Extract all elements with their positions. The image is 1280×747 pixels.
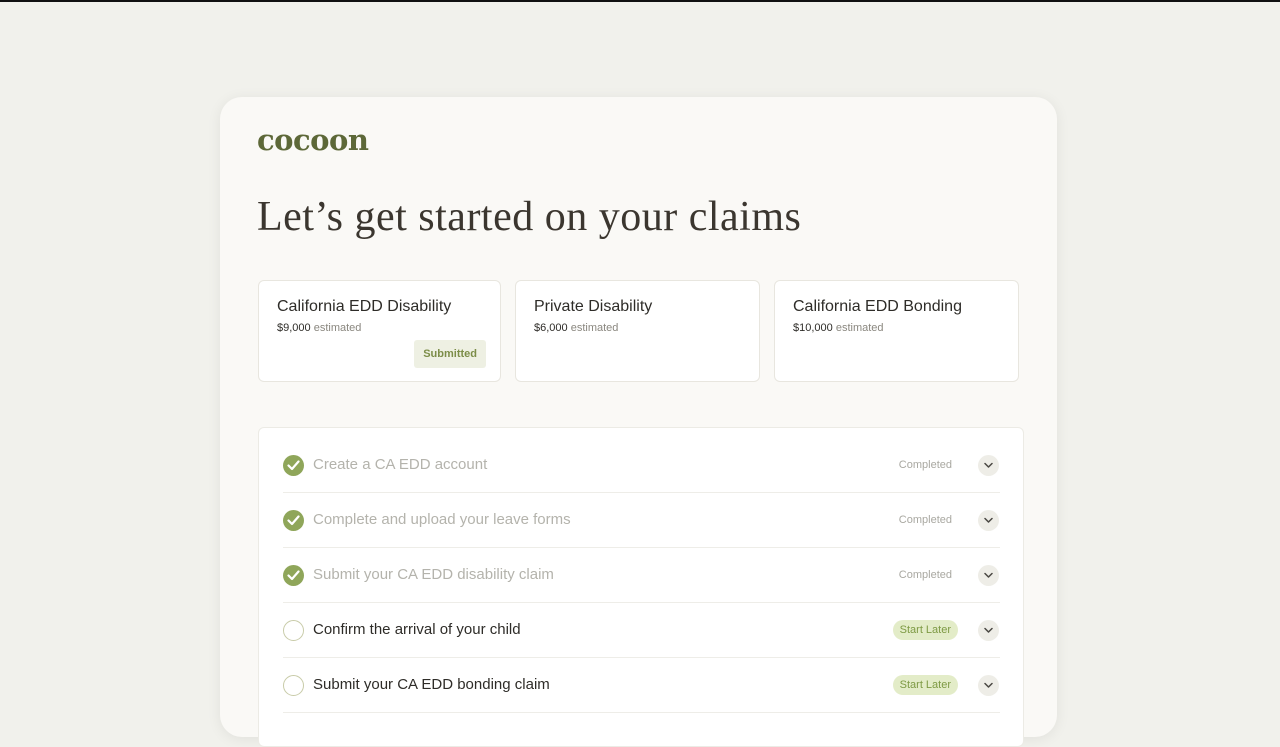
task-row-submit-disability-claim[interactable]: Submit your CA EDD disability claim Comp… (283, 548, 1000, 603)
claim-estimate-suffix: estimated (570, 322, 619, 334)
task-row-create-account[interactable]: Create a CA EDD account Completed (283, 438, 1000, 493)
empty-circle-icon[interactable] (283, 675, 304, 696)
check-circle-icon (283, 510, 304, 531)
onboarding-card: cocoon Let’s get started on your claims … (220, 97, 1057, 747)
chevron-down-icon[interactable] (978, 620, 999, 641)
claim-estimate-suffix: estimated (835, 322, 884, 334)
window-top-border (0, 0, 1280, 2)
check-circle-icon (283, 455, 304, 476)
claim-estimate-suffix: estimated (313, 322, 362, 334)
submitted-badge: Submitted (414, 340, 486, 368)
task-row-confirm-arrival[interactable]: Confirm the arrival of your child Start … (283, 603, 1000, 658)
claim-card-california-edd-bonding[interactable]: California EDD Bonding $10,000 estimated (774, 280, 1019, 382)
chevron-down-icon[interactable] (978, 510, 999, 531)
claim-name: California EDD Disability (277, 298, 452, 315)
claim-estimate: $6,000 estimated (534, 322, 618, 334)
task-label: Confirm the arrival of your child (313, 621, 521, 638)
cocoon-logo[interactable]: cocoon (257, 123, 369, 157)
task-checklist: Create a CA EDD account Completed Comple… (258, 427, 1024, 747)
page-title: Let’s get started on your claims (257, 194, 802, 240)
claim-amount: $10,000 (793, 322, 833, 334)
start-later-badge: Start Later (892, 675, 958, 695)
task-row-submit-bonding-claim[interactable]: Submit your CA EDD bonding claim Start L… (283, 658, 1000, 713)
claim-amount: $9,000 (277, 322, 311, 334)
task-status: Completed (898, 569, 952, 581)
chevron-down-icon[interactable] (978, 455, 999, 476)
task-label: Submit your CA EDD disability claim (313, 566, 554, 583)
claim-card-california-edd-disability[interactable]: California EDD Disability $9,000 estimat… (258, 280, 501, 382)
task-status: Completed (898, 459, 952, 471)
task-label: Submit your CA EDD bonding claim (313, 676, 550, 693)
task-status: Completed (898, 514, 952, 526)
claim-name: California EDD Bonding (793, 298, 962, 315)
task-row-upload-leave-forms[interactable]: Complete and upload your leave forms Com… (283, 493, 1000, 548)
empty-circle-icon[interactable] (283, 620, 304, 641)
check-circle-icon (283, 565, 304, 586)
claim-estimate: $10,000 estimated (793, 322, 884, 334)
claim-estimate: $9,000 estimated (277, 322, 361, 334)
claim-name: Private Disability (534, 298, 653, 315)
claim-card-private-disability[interactable]: Private Disability $6,000 estimated (515, 280, 760, 382)
start-later-badge: Start Later (892, 620, 958, 640)
chevron-down-icon[interactable] (978, 675, 999, 696)
chevron-down-icon[interactable] (978, 565, 999, 586)
task-label: Complete and upload your leave forms (313, 511, 571, 528)
task-label: Create a CA EDD account (313, 456, 488, 473)
claim-amount: $6,000 (534, 322, 568, 334)
